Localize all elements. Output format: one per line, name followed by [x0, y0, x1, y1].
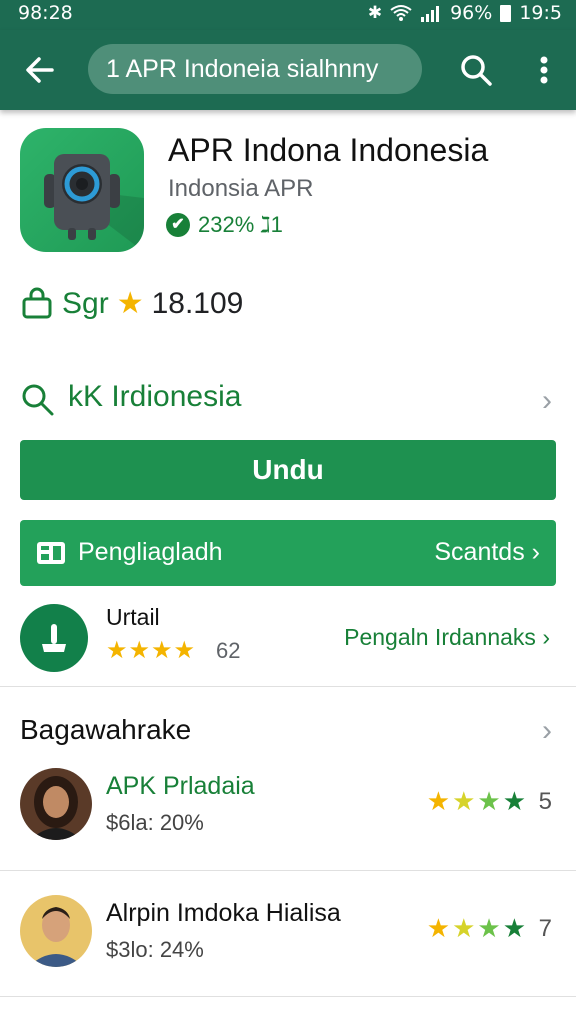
app-meta: ✔ 232% ℷ1 [166, 212, 283, 238]
chevron-right-icon: › [531, 538, 540, 566]
list-item[interactable]: APK Prladaia $6la: 20% ★★★★ 5 [20, 768, 556, 852]
section-title: Bagawahrake [20, 714, 192, 745]
chevron-right-icon: › [542, 624, 550, 650]
status-clock: 19:5 [519, 2, 562, 24]
rating-value: 18.109 [151, 286, 244, 320]
star-icon: ★ [173, 637, 197, 664]
status-time: 98:28 [18, 2, 73, 24]
review-summary-stars: ★★★★ [106, 636, 196, 665]
rating-label: Sgr [62, 286, 109, 320]
avatar [20, 895, 92, 967]
reviewer-stars: ★★★★ [426, 786, 528, 816]
reviewer-name: Alrpin Imdoka Hialisa [106, 899, 341, 927]
star-icon: ★ [116, 287, 144, 320]
see-all-reviews-link[interactable]: Pengaln Irdannaks › [344, 624, 550, 651]
update-bar[interactable]: Pengliagladh Scantds › [20, 520, 556, 586]
more-vert-icon [540, 56, 548, 84]
similar-label: kK Irdionesia [68, 380, 242, 413]
bag-icon [22, 287, 52, 318]
battery-icon [500, 4, 512, 22]
avatar [20, 768, 92, 840]
star-icon: ★ [106, 637, 129, 664]
status-icons: ✱ 96% 19:5 [368, 2, 562, 24]
person-avatar-icon [20, 768, 92, 840]
reviewer-stars: ★★★★ [426, 913, 528, 943]
similar-row[interactable]: kK Irdionesia › [20, 374, 556, 424]
battery-percent: 96% [450, 2, 493, 24]
status-bar: 98:28 ✱ 96% 19:5 [0, 0, 576, 30]
gamepad-icon [37, 542, 65, 564]
bluetooth-icon: ✱ [367, 3, 383, 23]
review-summary: Urtail ★★★★ 62 Pengaln Irdannaks › [20, 600, 556, 676]
update-action-label: Scantds [434, 538, 525, 566]
reviewer-score: 5 [538, 788, 552, 815]
back-button[interactable] [20, 50, 60, 90]
more-options-button[interactable] [530, 50, 558, 90]
app-bar: 1 APR Indoneia sialhnny [0, 30, 576, 110]
search-icon [22, 384, 54, 416]
review-summary-title: Urtail [106, 604, 160, 630]
thumb-icon [42, 624, 66, 652]
signal-icon [421, 6, 440, 22]
list-item[interactable]: Alrpin Imdoka Hialisa $3lo: 24% ★★★★ 7 [20, 895, 556, 979]
camera-robot-icon [44, 154, 144, 252]
star-icon: ★ [151, 637, 174, 664]
reviewer-sub: $3lo: 24% [106, 937, 204, 962]
verified-badge-icon: ✔ [166, 213, 190, 237]
reviewer-score: 7 [538, 915, 552, 942]
app-title: APR Indona Indonesia [168, 132, 489, 168]
install-button[interactable]: Undu [20, 440, 556, 500]
search-input[interactable]: 1 APR Indoneia sialhnny [88, 44, 422, 94]
update-label: Pengliagladh [78, 538, 223, 566]
update-action[interactable]: Scantds › [434, 538, 540, 567]
divider [0, 870, 576, 871]
divider [0, 996, 576, 997]
search-icon [461, 55, 492, 86]
rating-row: Sgr ★ 18.109 [20, 286, 243, 321]
chevron-right-icon[interactable]: › [542, 714, 552, 748]
star-icon: ★ [128, 637, 152, 664]
app-developer[interactable]: Indonsia APR [168, 175, 313, 203]
app-meta-text: 232% ℷ1 [198, 212, 283, 237]
divider [0, 686, 576, 687]
search-button[interactable] [456, 50, 496, 90]
reviewer-name: APK Prladaia [106, 772, 255, 800]
back-arrow-icon [26, 57, 54, 83]
reviewer-sub: $6la: 20% [106, 810, 204, 835]
review-summary-count: 62 [216, 638, 241, 663]
person-avatar-icon [20, 895, 92, 967]
see-all-reviews-label: Pengaln Irdannaks [344, 624, 536, 650]
review-badge [20, 604, 88, 672]
wifi-icon [390, 5, 412, 21]
chevron-right-icon: › [542, 384, 552, 417]
app-icon [20, 128, 144, 252]
